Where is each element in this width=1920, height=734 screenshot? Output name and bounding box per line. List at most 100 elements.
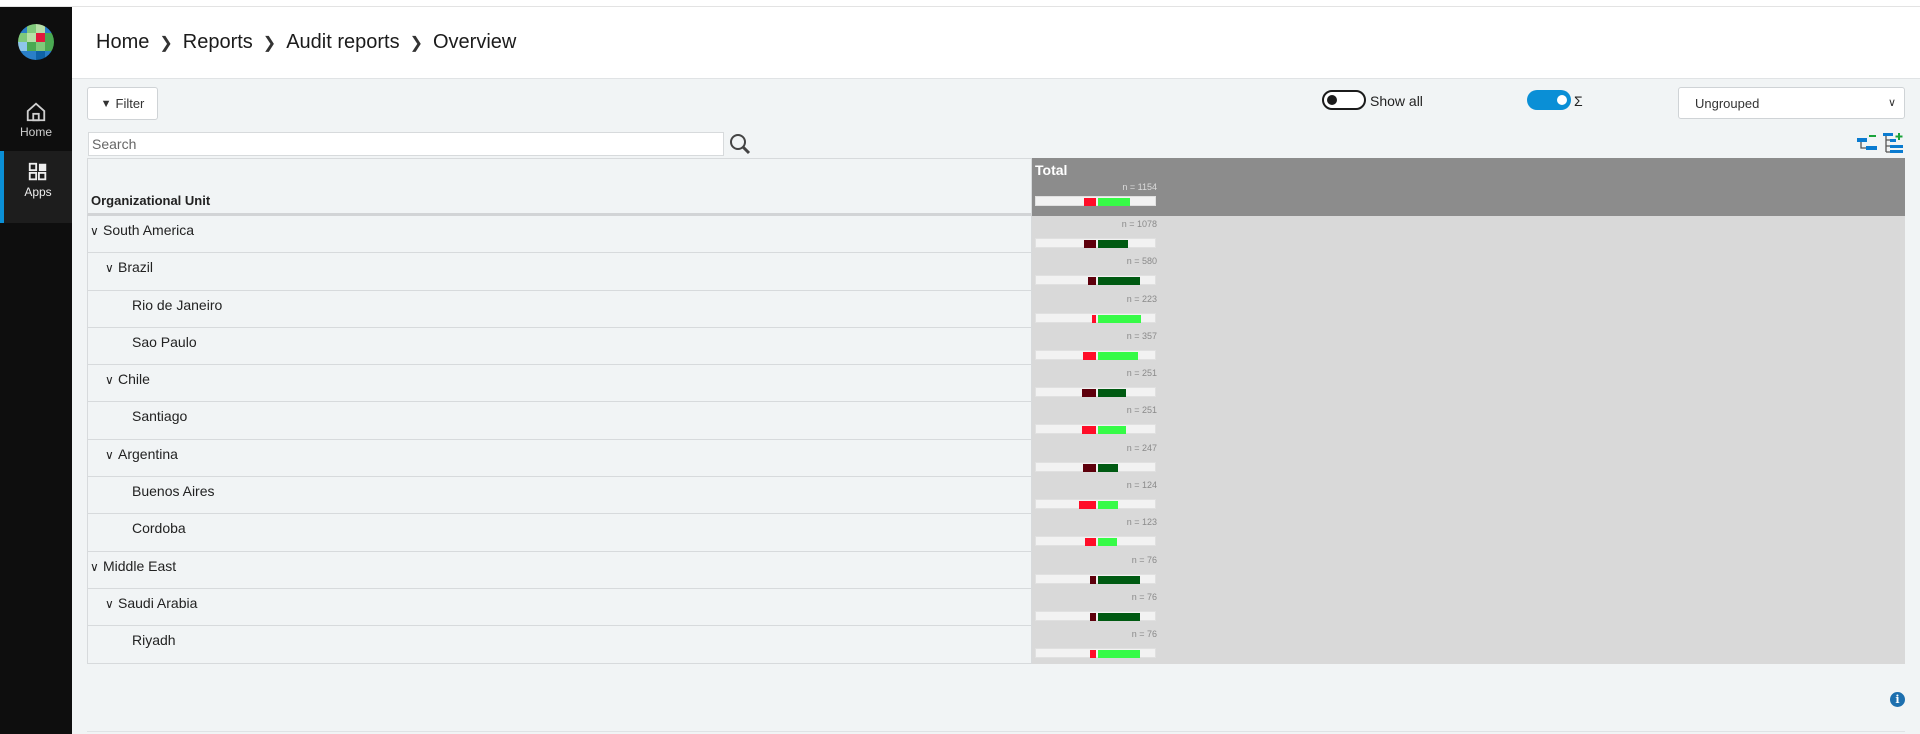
filter-funnel-icon: ▼ <box>100 97 112 110</box>
bar-track <box>1035 461 1156 472</box>
total-cell[interactable]: n = 357 <box>1032 327 1905 366</box>
audit-table: Organizational Unit Total n = 1154 ∨ Sout… <box>87 158 1905 666</box>
bar-negative <box>1083 351 1096 360</box>
unit-name: Buenos Aires <box>132 483 215 500</box>
table-row[interactable]: ∨ Middle East n = 76 <box>87 551 1905 589</box>
chevron-right-icon: ❯ <box>409 34 423 52</box>
unit-cell: ∨ Brazil <box>87 253 1032 291</box>
bar-negative <box>1092 314 1096 323</box>
table-row[interactable]: ∨ Brazil n = 580 <box>87 253 1905 291</box>
table-row[interactable]: ∨ Argentina n = 247 <box>87 439 1905 478</box>
table-row[interactable]: Riyadh n = 76 <box>87 626 1905 664</box>
bar-negative <box>1082 389 1096 398</box>
unit-name: Cordoba <box>132 520 186 537</box>
show-all-toggle[interactable] <box>1322 90 1366 110</box>
collapse-all-icon[interactable] <box>1856 132 1878 154</box>
row-count: n = 124 <box>1126 480 1157 491</box>
total-cell[interactable]: n = 247 <box>1032 439 1905 478</box>
unit-name: Middle East <box>103 557 177 574</box>
divider <box>87 731 1905 732</box>
bar-positive <box>1098 501 1118 510</box>
chevron-right-icon: ❯ <box>262 34 277 52</box>
bar-positive <box>1098 463 1118 472</box>
home-icon <box>26 102 46 122</box>
column-header-total[interactable]: Total n = 1154 <box>1032 158 1905 216</box>
show-all-label: Show all <box>1370 93 1423 109</box>
table-row[interactable]: Buenos Aires n = 124 <box>87 477 1905 515</box>
unit-name: Brazil <box>118 259 154 276</box>
breadcrumb-home[interactable]: Home <box>96 31 149 54</box>
table-row[interactable]: ∨ Chile n = 251 <box>87 365 1905 403</box>
app-logo[interactable] <box>18 24 54 60</box>
table-row[interactable]: ∨ Saudi Arabia n = 76 <box>87 588 1905 627</box>
grouping-select[interactable]: Ungrouped ∨ <box>1678 87 1905 119</box>
unit-cell: Riyadh <box>87 626 1032 664</box>
chevron-down-icon[interactable]: ∨ <box>105 373 118 387</box>
total-cell[interactable]: n = 251 <box>1032 365 1905 403</box>
sidebar: Home Apps <box>0 7 72 734</box>
bar-negative <box>1090 612 1096 621</box>
total-cell[interactable]: n = 123 <box>1032 514 1905 552</box>
bar-track <box>1035 648 1156 659</box>
total-cell[interactable]: n = 580 <box>1032 253 1905 291</box>
breadcrumb-audit-reports[interactable]: Audit reports <box>286 31 399 54</box>
bar-negative <box>1085 538 1096 547</box>
row-count: n = 247 <box>1126 442 1157 453</box>
chevron-down-icon: ∨ <box>1887 97 1896 109</box>
unit-cell: ∨ Saudi Arabia <box>87 588 1032 627</box>
unit-cell: Cordoba <box>87 514 1032 552</box>
bar-positive <box>1098 314 1141 323</box>
total-cell[interactable]: n = 76 <box>1032 626 1905 664</box>
column-header-label: Total <box>1035 162 1068 178</box>
bar-positive <box>1098 277 1140 286</box>
sidebar-item-home[interactable]: Home <box>0 91 72 151</box>
table-row[interactable]: Rio de Janeiro n = 223 <box>87 290 1905 328</box>
chevron-down-icon[interactable]: ∨ <box>105 261 118 275</box>
unit-name: Saudi Arabia <box>118 594 198 611</box>
row-count: n = 76 <box>1131 629 1157 640</box>
table-row[interactable]: Cordoba n = 123 <box>87 514 1905 552</box>
expand-all-icon[interactable] <box>1882 132 1904 154</box>
chevron-down-icon[interactable]: ∨ <box>105 597 118 611</box>
total-cell[interactable]: n = 76 <box>1032 588 1905 627</box>
chevron-down-icon[interactable]: ∨ <box>90 224 103 238</box>
breadcrumb: Home ❯ Reports ❯ Audit reports ❯ Overvie… <box>96 31 516 54</box>
column-header-unit[interactable]: Organizational Unit <box>87 158 1032 216</box>
info-icon[interactable]: i <box>1890 692 1905 707</box>
sum-toggle[interactable] <box>1527 90 1571 110</box>
sidebar-item-apps[interactable]: Apps <box>0 151 72 223</box>
bar-track <box>1035 312 1156 323</box>
bar-track <box>1035 499 1156 510</box>
filter-button[interactable]: ▼ Filter <box>87 87 158 120</box>
total-bar-track <box>1035 196 1156 206</box>
table-row[interactable]: Santiago n = 251 <box>87 402 1905 440</box>
total-cell[interactable]: n = 76 <box>1032 551 1905 589</box>
row-count: n = 357 <box>1126 330 1157 341</box>
toggle-knob <box>1557 95 1567 105</box>
bar-track <box>1035 536 1156 547</box>
unit-cell: Sao Paulo <box>87 327 1032 366</box>
sidebar-item-label: Apps <box>24 185 52 199</box>
chevron-down-icon[interactable]: ∨ <box>105 448 118 462</box>
breadcrumb-reports[interactable]: Reports <box>183 31 253 54</box>
unit-name: Chile <box>118 371 150 388</box>
bar-track <box>1035 573 1156 584</box>
breadcrumb-overview: Overview <box>433 31 517 53</box>
total-count: n = 1154 <box>1122 182 1157 192</box>
table-row[interactable]: ∨ South America n = 1078 <box>87 216 1905 254</box>
bar-positive <box>1098 612 1140 621</box>
bar-track <box>1035 387 1156 398</box>
sidebar-item-label: Home <box>19 125 52 139</box>
unit-name: Sao Paulo <box>132 333 197 350</box>
total-cell[interactable]: n = 223 <box>1032 290 1905 328</box>
chevron-down-icon[interactable]: ∨ <box>90 560 103 574</box>
row-count: n = 1078 <box>1121 219 1157 229</box>
total-cell[interactable]: n = 1078 <box>1032 216 1905 254</box>
bar-negative <box>1079 501 1096 510</box>
row-count: n = 251 <box>1126 405 1157 416</box>
total-cell[interactable]: n = 124 <box>1032 477 1905 515</box>
search-icon[interactable] <box>728 132 752 156</box>
search-input[interactable] <box>88 132 724 156</box>
total-cell[interactable]: n = 251 <box>1032 402 1905 440</box>
table-row[interactable]: Sao Paulo n = 357 <box>87 327 1905 366</box>
